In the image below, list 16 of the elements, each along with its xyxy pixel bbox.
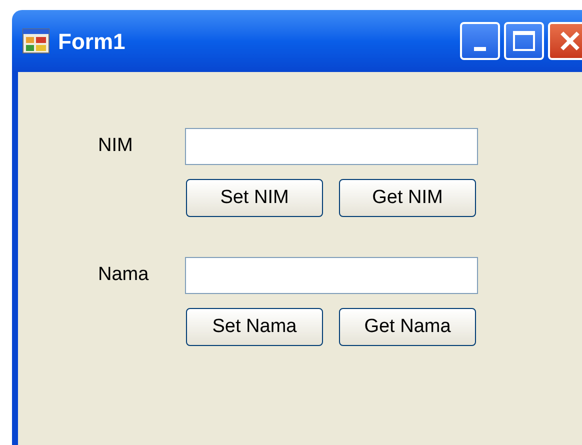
text-field[interactable]	[185, 257, 478, 294]
action-button[interactable]: Get NIM	[339, 179, 476, 217]
text-field[interactable]	[185, 128, 478, 165]
maximize-button[interactable]	[504, 22, 544, 60]
minimize-button[interactable]	[460, 22, 500, 60]
close-icon	[559, 30, 581, 52]
action-button[interactable]: Get Nama	[339, 308, 476, 346]
window-title: Form1	[58, 28, 126, 56]
field-label: NIM	[98, 134, 134, 158]
field-label: Nama	[98, 263, 150, 288]
form-icon	[22, 28, 50, 54]
action-button[interactable]: Set NIM	[186, 179, 323, 217]
close-button[interactable]	[548, 22, 582, 60]
action-button[interactable]: Set Nama	[186, 308, 323, 346]
minimize-icon	[474, 47, 486, 51]
maximize-icon	[513, 31, 535, 51]
